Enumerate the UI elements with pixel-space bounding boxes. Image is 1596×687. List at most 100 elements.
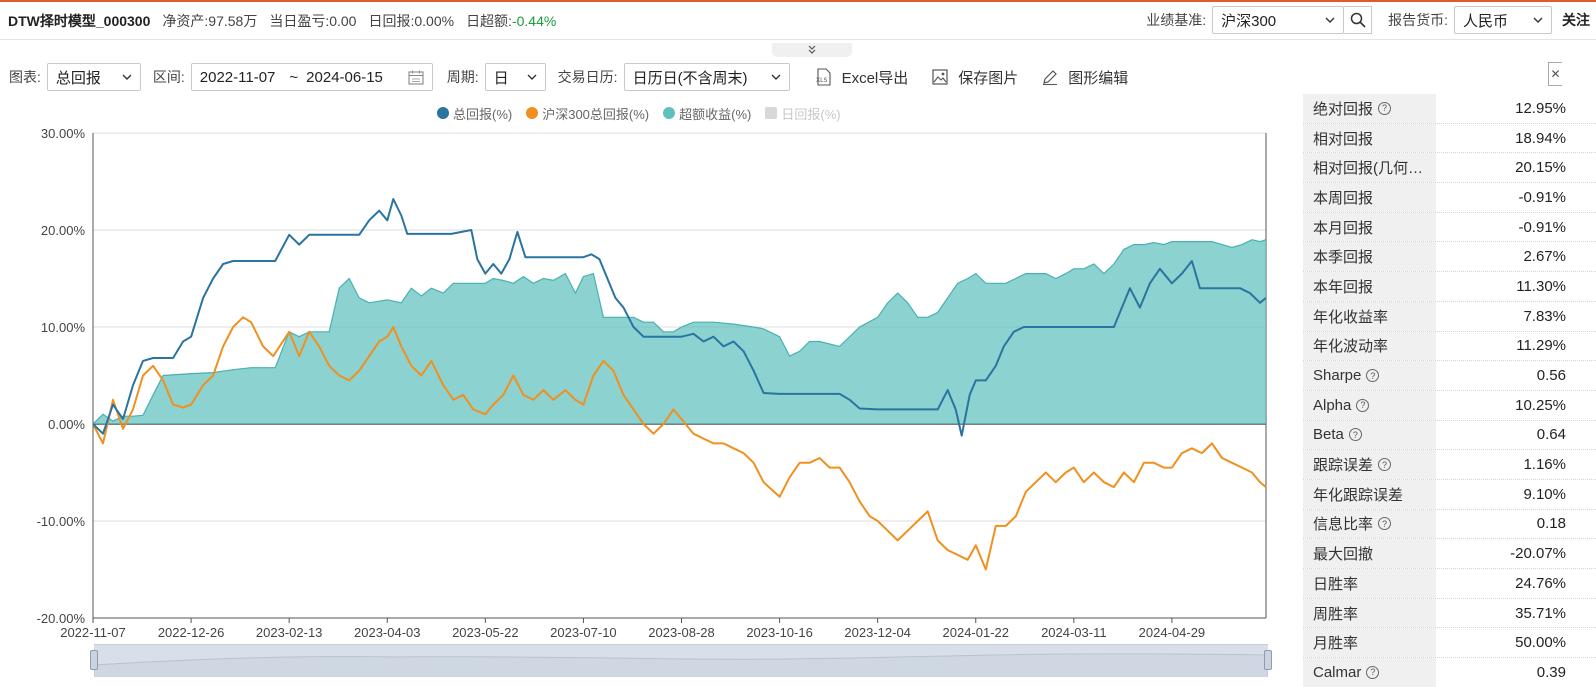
metric-value: 11.30% <box>1516 277 1566 295</box>
metric-name: 本月回报 <box>1303 212 1436 242</box>
metric-row: 本周回报 -0.91% <box>1303 183 1596 213</box>
metric-name-text: 最大回撤 <box>1313 546 1374 564</box>
metric-row: 年化收益率 7.83% <box>1303 301 1596 332</box>
chevron-down-icon <box>1325 17 1335 23</box>
metric-name-text: 本月回报 <box>1313 219 1374 237</box>
help-icon[interactable]: ? <box>1366 369 1380 383</box>
app-window: DTW择时模型_000300 净资产:97.58万 当日盈亏:0.00 日回报:… <box>0 0 1596 687</box>
metric-value: 7.83% <box>1523 307 1566 325</box>
daily-pnl: 当日盈亏:0.00 <box>269 12 357 29</box>
help-icon[interactable]: ? <box>1348 428 1362 442</box>
currency-value: 人民币 <box>1463 12 1509 30</box>
metric-name-text: 月胜率 <box>1313 635 1359 653</box>
series-excess-area <box>93 239 1266 424</box>
chart-toolbar: 图表: 总回报 区间: 2022-11-07 ~ 2024-06-15 周期: … <box>0 60 1128 94</box>
image-icon <box>932 69 948 85</box>
date-range-input[interactable]: 2022-11-07 ~ 2024-06-15 <box>190 63 433 91</box>
metric-value: 12.95% <box>1515 99 1566 117</box>
y-tick-label: 30.00% <box>41 126 86 141</box>
range-label: 区间: <box>152 69 185 85</box>
metric-row: 最大回撤 -20.07% <box>1303 539 1596 569</box>
metric-name: Calmar? <box>1303 658 1436 687</box>
metric-name-text: 绝对回报 <box>1313 100 1374 118</box>
metric-name: 年化跟踪误差 <box>1303 479 1436 509</box>
metric-name: 本年回报 <box>1303 272 1436 301</box>
metric-value: 1.16% <box>1523 456 1566 474</box>
metric-row: Calmar? 0.39 <box>1303 658 1596 687</box>
slider-handle-left[interactable] <box>90 650 98 670</box>
metric-name: 年化波动率 <box>1303 331 1436 361</box>
save-image-button[interactable]: 保存图片 <box>932 67 1018 88</box>
x-tick-label: 2023-12-04 <box>844 625 911 640</box>
metric-name: 相对回报(几何… <box>1303 153 1436 183</box>
collapse-toggle[interactable] <box>772 43 852 57</box>
x-tick-label: 2023-10-16 <box>746 625 813 640</box>
x-tick-label: 2022-11-07 <box>60 625 126 640</box>
period-select[interactable]: 日 <box>484 63 546 91</box>
metric-name-text: 年化跟踪误差 <box>1313 486 1404 504</box>
help-icon[interactable]: ? <box>1378 101 1392 115</box>
y-tick-label: 0.00% <box>48 417 85 432</box>
metric-value: 50.00% <box>1515 634 1566 652</box>
x-tick-label: 2023-08-28 <box>648 625 715 640</box>
follow-button[interactable]: 关注 <box>1562 10 1596 30</box>
range-end: 2024-06-15 <box>306 68 383 86</box>
help-icon[interactable]: ? <box>1366 665 1380 679</box>
daily-excess-value: -0.44% <box>511 12 557 29</box>
excel-export-button[interactable]: XLS Excel导出 <box>814 67 908 88</box>
y-tick-label: 10.00% <box>41 320 86 335</box>
x-tick-label: 2023-07-10 <box>550 625 617 640</box>
metric-value: 9.10% <box>1523 485 1566 503</box>
metric-name-text: Calmar <box>1313 663 1362 681</box>
chart-type-select[interactable]: 总回报 <box>46 63 141 91</box>
legend-dot <box>526 107 539 119</box>
benchmark-select[interactable]: 沪深300 <box>1212 6 1345 34</box>
metric-row: Beta? 0.64 <box>1303 420 1596 451</box>
zoom-slider[interactable] <box>94 644 1268 677</box>
metric-name: 周胜率 <box>1303 598 1436 628</box>
metric-name-text: 相对回报(几何… <box>1313 160 1423 178</box>
chart-type-label: 图表: <box>9 69 41 85</box>
x-tick-label: 2022-12-26 <box>158 625 225 640</box>
pencil-icon <box>1043 70 1058 85</box>
slider-handle-right[interactable] <box>1264 650 1272 670</box>
metric-value: 18.94% <box>1515 129 1566 147</box>
svg-text:XLS: XLS <box>816 77 827 84</box>
trading-calendar-select[interactable]: 日历日(不含周末) <box>623 63 790 91</box>
search-button[interactable] <box>1344 6 1373 34</box>
benchmark-label: 业绩基准: <box>1146 12 1207 28</box>
portfolio-title: DTW择时模型_000300 <box>8 12 151 29</box>
excel-file-icon: XLS <box>816 68 831 86</box>
help-icon[interactable]: ? <box>1378 517 1392 531</box>
metric-row: 相对回报 18.94% <box>1303 123 1596 154</box>
period-label: 周期: <box>446 69 479 85</box>
metric-name-text: 年化波动率 <box>1313 338 1389 356</box>
daily-return: 日回报:0.00% <box>368 12 455 29</box>
metric-row: Alpha? 10.25% <box>1303 390 1596 421</box>
metric-value: -20.07% <box>1510 545 1566 563</box>
top-right-controls: 业绩基准: 沪深300 报告货币: 人民币 关注 <box>1146 2 1596 38</box>
metric-value: 10.25% <box>1515 396 1566 414</box>
metric-name: 本周回报 <box>1303 183 1436 212</box>
y-tick-label: -20.00% <box>37 611 86 626</box>
metric-name: 月胜率 <box>1303 628 1436 658</box>
edit-chart-button[interactable]: 图形编辑 <box>1042 67 1128 88</box>
metric-value: 2.67% <box>1523 248 1566 266</box>
y-tick-label: -10.00% <box>37 514 86 529</box>
metric-name: 日胜率 <box>1303 569 1436 598</box>
metric-row: 绝对回报? 12.95% <box>1303 94 1596 124</box>
currency-select[interactable]: 人民币 <box>1454 6 1552 34</box>
x-tick-label: 2023-02-13 <box>256 625 323 640</box>
close-panel-button[interactable]: ✕ <box>1548 62 1562 86</box>
metric-value: 11.29% <box>1516 337 1566 355</box>
chevron-down-icon <box>527 74 537 80</box>
help-icon[interactable]: ? <box>1378 458 1392 472</box>
metric-row: 周胜率 35.71% <box>1303 598 1596 629</box>
metric-value: 20.15% <box>1515 159 1566 177</box>
metric-value: 0.39 <box>1536 663 1566 681</box>
edit-chart-label: 图形编辑 <box>1068 69 1129 87</box>
benchmark-value: 沪深300 <box>1221 12 1277 30</box>
daily-excess-label: 日超额: <box>466 12 512 29</box>
metric-name: Alpha? <box>1303 390 1436 420</box>
help-icon[interactable]: ? <box>1356 398 1370 412</box>
